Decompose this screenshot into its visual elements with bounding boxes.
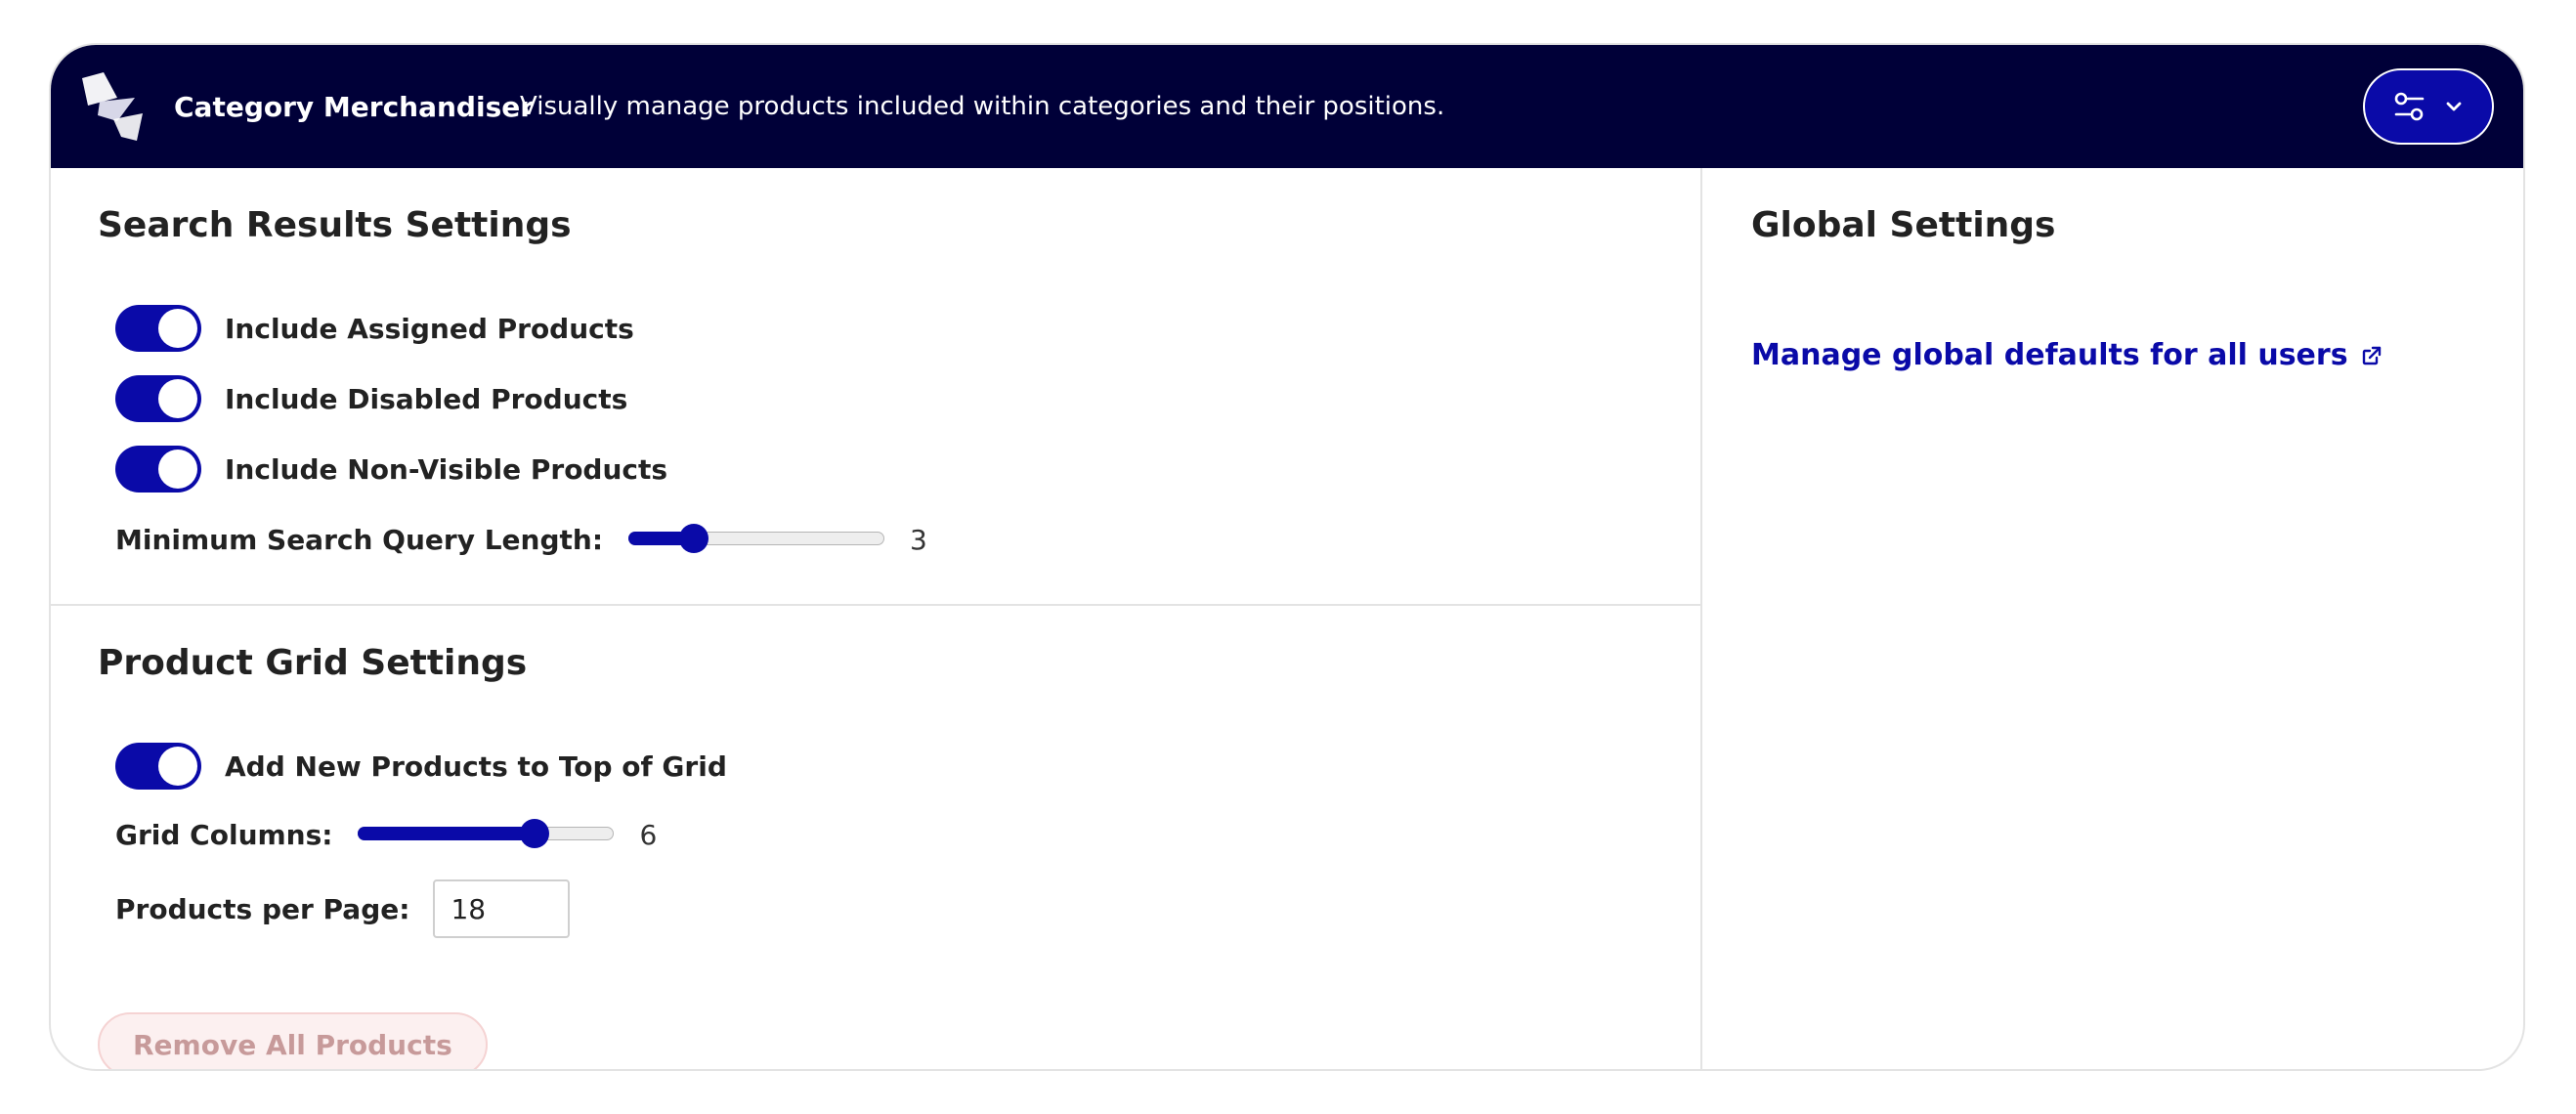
toggle-knob xyxy=(158,450,197,489)
add-to-top-toggle[interactable] xyxy=(115,743,201,790)
toggle-row-include-disabled: Include Disabled Products xyxy=(115,375,627,422)
global-settings-title: Global Settings xyxy=(1751,205,2056,245)
toggle-row-add-to-top: Add New Products to Top of Grid xyxy=(115,743,727,790)
external-link-icon xyxy=(2362,346,2381,364)
app-title: Category Merchandiser xyxy=(174,90,535,123)
grid-settings-title: Product Grid Settings xyxy=(98,643,528,683)
min-query-length-row: Minimum Search Query Length: 3 xyxy=(115,518,927,561)
min-query-length-label: Minimum Search Query Length: xyxy=(115,523,604,556)
include-non-visible-toggle[interactable] xyxy=(115,446,201,493)
grid-columns-value: 6 xyxy=(639,818,658,851)
include-disabled-toggle[interactable] xyxy=(115,375,201,422)
products-per-page-row: Products per Page: xyxy=(115,878,571,940)
toggle-knob xyxy=(158,379,197,418)
category-merchandiser-logo xyxy=(82,72,143,141)
grid-columns-label: Grid Columns: xyxy=(115,818,333,851)
manage-global-defaults-label: Manage global defaults for all users xyxy=(1751,338,2348,372)
search-settings-title: Search Results Settings xyxy=(98,205,572,245)
app-description: Visually manage products included within… xyxy=(520,92,1445,121)
toggle-label: Include Disabled Products xyxy=(225,382,628,415)
products-per-page-input[interactable] xyxy=(433,879,571,938)
toggle-row-include-assigned: Include Assigned Products xyxy=(115,305,634,352)
settings-menu-button[interactable] xyxy=(2363,68,2494,145)
toggle-knob xyxy=(158,747,197,786)
slider-thumb[interactable] xyxy=(520,819,550,848)
products-per-page-label: Products per Page: xyxy=(115,892,410,925)
slider-fill xyxy=(358,827,536,840)
toggle-label: Add New Products to Top of Grid xyxy=(225,750,727,783)
slider-thumb[interactable] xyxy=(679,524,709,553)
grid-columns-slider[interactable] xyxy=(358,819,615,848)
toggle-row-include-non-visible: Include Non-Visible Products xyxy=(115,446,667,493)
toggle-label: Include Assigned Products xyxy=(225,312,634,345)
toggle-knob xyxy=(158,309,197,348)
settings-right-column xyxy=(1702,168,2523,1069)
include-assigned-toggle[interactable] xyxy=(115,305,201,352)
section-divider xyxy=(51,604,1702,606)
manage-global-defaults-link[interactable]: Manage global defaults for all users xyxy=(1751,338,2383,372)
merchandiser-settings-card: Category Merchandiser Visually manage pr… xyxy=(49,43,2525,1071)
remove-all-products-button[interactable]: Remove All Products xyxy=(98,1012,488,1069)
toggle-label: Include Non-Visible Products xyxy=(225,452,668,486)
grid-columns-row: Grid Columns: 6 xyxy=(115,813,657,856)
sliders-icon xyxy=(2394,92,2425,121)
min-query-length-value: 3 xyxy=(910,523,927,556)
chevron-down-icon xyxy=(2446,102,2462,111)
app-header: Category Merchandiser Visually manage pr… xyxy=(51,45,2523,168)
min-query-length-slider[interactable] xyxy=(628,524,885,553)
